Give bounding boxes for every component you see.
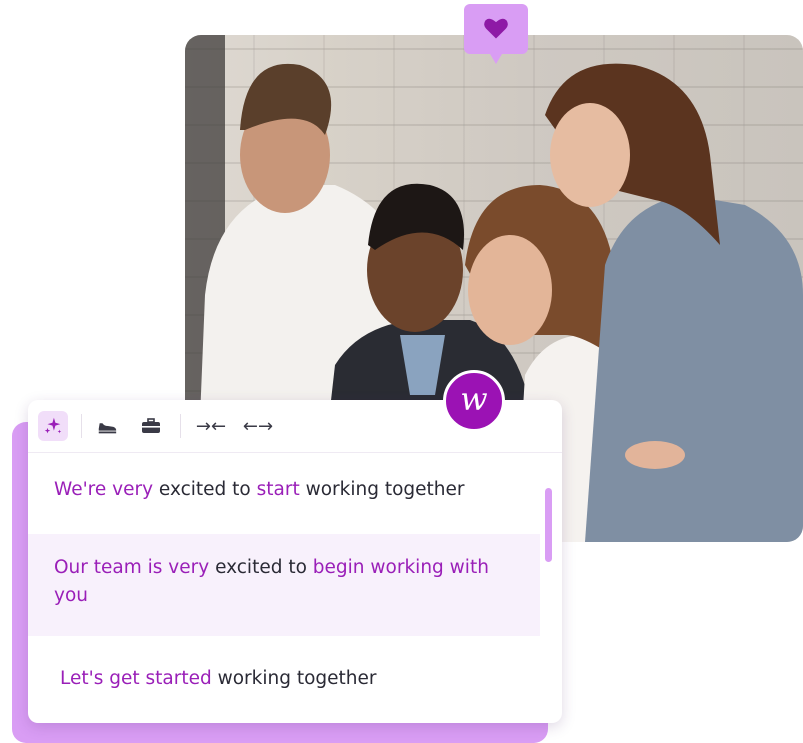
suggestion-2-selected[interactable]: Our team is very excited to begin workin… <box>28 534 540 636</box>
suggestion-text: working together <box>299 479 465 500</box>
heart-icon <box>484 18 508 39</box>
suggestion-text: working together <box>211 668 377 689</box>
heart-badge <box>464 4 528 64</box>
toolbar-divider <box>81 414 82 438</box>
suggestion-text: Our team is very <box>54 557 210 578</box>
suggestion-3[interactable]: Let's get started working together <box>28 665 540 693</box>
suggestion-text: excited to <box>153 479 257 500</box>
shorten-icon: →← <box>195 415 227 437</box>
scrollbar[interactable] <box>545 488 552 562</box>
rewrite-panel: →← ←→ We're very excited to start workin… <box>28 400 562 723</box>
briefcase-icon <box>142 418 160 433</box>
suggestion-text: start <box>256 479 300 500</box>
suggestion-text: We're very <box>54 479 154 500</box>
toolbar-divider <box>180 414 181 438</box>
sparkle-button[interactable] <box>38 411 68 441</box>
shoe-icon <box>98 423 117 434</box>
business-tone-button[interactable] <box>136 411 166 441</box>
suggestion-1[interactable]: We're very excited to start working toge… <box>28 476 540 504</box>
shorten-button[interactable]: →← <box>193 411 229 441</box>
expand-icon: ←→ <box>242 415 274 437</box>
brand-logo: w <box>443 370 505 432</box>
sparkle-icon <box>44 417 62 434</box>
formal-tone-button[interactable] <box>92 411 122 441</box>
suggestion-text: Let's get started <box>60 668 212 689</box>
logo-letter: w <box>460 380 488 418</box>
suggestion-text: excited to <box>209 557 313 578</box>
expand-button[interactable]: ←→ <box>240 411 276 441</box>
